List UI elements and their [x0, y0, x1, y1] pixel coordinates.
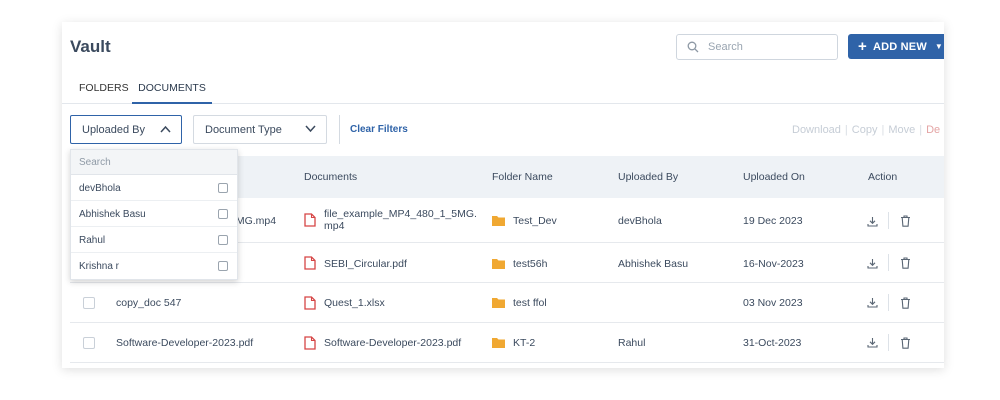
folder-icon [492, 338, 505, 348]
table-row[interactable]: Software-Developer-2023.pdf Software-Dev… [70, 323, 944, 363]
download-action[interactable]: Download [792, 124, 841, 136]
tab-documents[interactable]: DOCUMENTS [132, 82, 212, 104]
delete-action[interactable]: De [926, 124, 940, 136]
folder-icon [492, 216, 505, 226]
uploaded-on: 03 Nov 2023 [743, 297, 803, 309]
row-name: copy_doc 547 [116, 297, 182, 309]
option-checkbox[interactable] [218, 261, 228, 271]
document-name[interactable]: Quest_1.xlsx [324, 297, 385, 309]
document-name[interactable]: Software-Developer-2023.pdf [324, 337, 461, 349]
divider [888, 254, 889, 271]
bulk-actions: Download | Copy | Move | De [792, 124, 940, 136]
uploaded-by-dropdown: Search devBhola Abhishek Basu Rahul Kris… [70, 149, 238, 280]
uploaded-by: Rahul [618, 337, 646, 349]
uploaded-on: 31-Oct-2023 [743, 337, 802, 349]
dropdown-search-input[interactable]: Search [71, 150, 237, 175]
download-icon[interactable] [867, 216, 878, 227]
trash-icon[interactable] [900, 257, 911, 269]
divider: | [919, 124, 923, 136]
tab-bar: FOLDERS DOCUMENTS [62, 76, 944, 104]
folder-name: test ffol [513, 297, 547, 309]
download-icon[interactable] [867, 258, 878, 269]
document-type-filter[interactable]: Document Type [193, 115, 327, 144]
col-action: Action [868, 171, 898, 183]
chevron-down-icon [305, 125, 316, 133]
search-icon [687, 41, 699, 53]
dropdown-option[interactable]: devBhola [71, 175, 237, 201]
dropdown-option[interactable]: Krishna r [71, 253, 237, 279]
document-name[interactable]: file_example_MP4_480_1_5MG. mp4 [324, 208, 477, 232]
option-checkbox[interactable] [218, 235, 228, 245]
copy-action[interactable]: Copy [852, 124, 878, 136]
dropdown-option[interactable]: Rahul [71, 227, 237, 253]
trash-icon[interactable] [900, 297, 911, 309]
download-icon[interactable] [867, 337, 878, 348]
folder-icon [492, 298, 505, 308]
search-box[interactable] [676, 34, 838, 60]
chevron-up-icon [160, 125, 171, 133]
dropdown-option-label: Abhishek Basu [79, 209, 146, 220]
uploaded-by: devBhola [618, 215, 662, 227]
document-name[interactable]: SEBI_Circular.pdf [324, 258, 407, 270]
divider [888, 334, 889, 351]
dropdown-option-label: devBhola [79, 183, 121, 194]
add-new-label: ADD NEW [872, 40, 927, 53]
divider [339, 115, 340, 144]
row-name: Software-Developer-2023.pdf [116, 337, 254, 349]
document-icon [304, 296, 316, 310]
tab-folders[interactable]: FOLDERS [79, 82, 129, 104]
dropdown-option-label: Rahul [79, 235, 106, 246]
document-icon [304, 256, 316, 270]
divider [888, 212, 889, 229]
clear-filters-link[interactable]: Clear Filters [350, 124, 408, 135]
add-new-button[interactable]: + ADD NEW ▼ [848, 34, 944, 59]
search-input[interactable] [708, 41, 828, 53]
col-uploaded-by: Uploaded By [618, 171, 679, 183]
uploaded-by-filter-label: Uploaded By [82, 123, 145, 136]
divider [888, 294, 889, 311]
uploaded-on: 19 Dec 2023 [743, 215, 803, 227]
col-folder-name: Folder Name [492, 171, 553, 183]
document-icon [304, 336, 316, 350]
option-checkbox[interactable] [218, 183, 228, 193]
row-checkbox[interactable] [83, 337, 95, 349]
page-title: Vault [70, 37, 111, 56]
divider: | [844, 124, 848, 136]
col-uploaded-on: Uploaded On [743, 171, 805, 183]
option-checkbox[interactable] [218, 209, 228, 219]
folder-name: KT-2 [513, 337, 536, 349]
document-icon [304, 213, 316, 227]
plus-icon: + [858, 38, 867, 55]
trash-icon[interactable] [900, 337, 911, 349]
chevron-down-icon[interactable]: ▼ [935, 42, 943, 51]
uploaded-by-filter[interactable]: Uploaded By [70, 115, 182, 144]
folder-name: test56h [513, 258, 548, 270]
document-type-filter-label: Document Type [205, 123, 282, 136]
download-icon[interactable] [867, 297, 878, 308]
dropdown-option-label: Krishna r [79, 261, 120, 272]
uploaded-by: Abhishek Basu [618, 258, 689, 270]
col-documents: Documents [304, 171, 358, 183]
uploaded-on: 16-Nov-2023 [743, 258, 804, 270]
dropdown-option[interactable]: Abhishek Basu [71, 201, 237, 227]
trash-icon[interactable] [900, 215, 911, 227]
folder-name: Test_Dev [513, 215, 557, 227]
vault-panel: Vault + ADD NEW ▼ FOLDERS DOCUMENTS Uplo… [62, 22, 944, 368]
folder-icon [492, 259, 505, 269]
divider: | [881, 124, 885, 136]
row-checkbox[interactable] [83, 297, 95, 309]
move-action[interactable]: Move [888, 124, 915, 136]
table-row[interactable]: copy_doc 547 Quest_1.xlsx test ffol 03 N… [70, 283, 944, 323]
